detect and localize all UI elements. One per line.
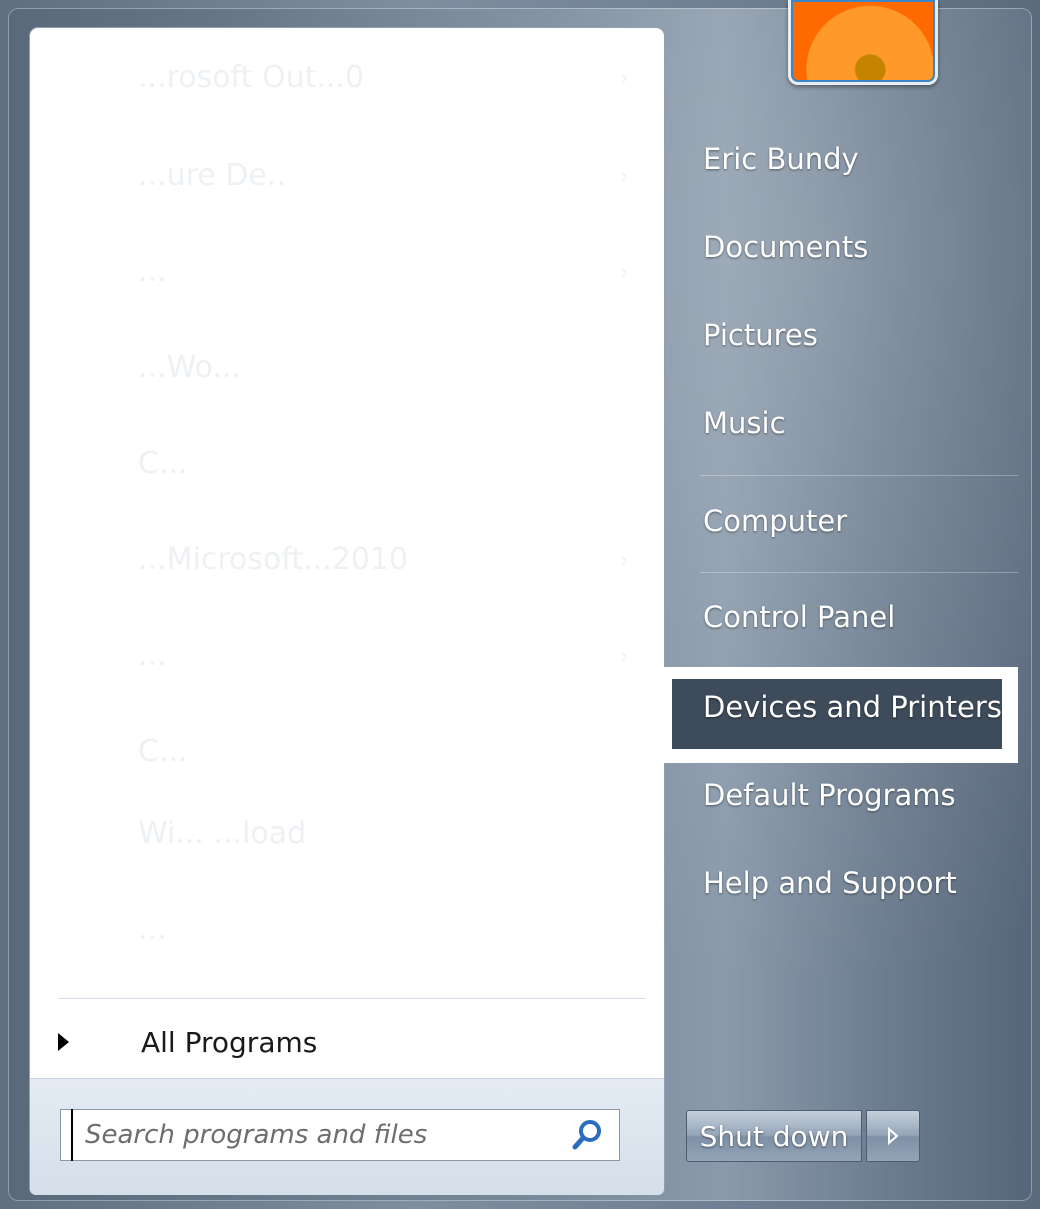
chevron-right-icon: [888, 1126, 899, 1146]
search-input[interactable]: [71, 1109, 571, 1161]
triangle-right-icon: [58, 1033, 69, 1051]
user-avatar[interactable]: [788, 0, 938, 85]
devices-and-printers-link[interactable]: Devices and Printers: [703, 690, 1002, 724]
recent-program-10[interactable]: ...: [138, 912, 167, 947]
recent-program-7[interactable]: ...: [138, 638, 167, 673]
recent-program-9[interactable]: Wi... ...load: [138, 816, 306, 851]
user-name-link[interactable]: Eric Bundy: [703, 142, 859, 176]
documents-link[interactable]: Documents: [703, 230, 868, 264]
submenu-arrow-icon[interactable]: ›: [620, 644, 629, 669]
help-and-support-link[interactable]: Help and Support: [703, 866, 957, 900]
search-area: [30, 1078, 664, 1195]
computer-link[interactable]: Computer: [703, 504, 847, 538]
recent-program-1[interactable]: ...rosoft Out...0: [138, 60, 364, 95]
submenu-arrow-icon[interactable]: ›: [620, 66, 629, 91]
divider: [700, 475, 1018, 476]
recent-program-4[interactable]: ...Wo...: [138, 350, 241, 385]
recent-program-8[interactable]: C...: [138, 734, 188, 769]
all-programs-button[interactable]: All Programs: [50, 1018, 650, 1066]
submenu-arrow-icon[interactable]: ›: [620, 548, 629, 573]
programs-pane: ...rosoft Out...0 › ...ure De.. › ... › …: [30, 28, 664, 1195]
control-panel-link[interactable]: Control Panel: [703, 600, 895, 634]
all-programs-label: All Programs: [141, 1025, 318, 1059]
recent-program-5[interactable]: C...: [138, 446, 188, 481]
divider: [58, 998, 646, 999]
search-box[interactable]: [60, 1109, 620, 1161]
recent-program-2[interactable]: ...ure De..: [138, 158, 286, 193]
recent-program-3[interactable]: ...: [138, 254, 167, 289]
divider: [700, 572, 1018, 573]
recent-program-6[interactable]: ...Microsoft...2010: [138, 542, 408, 577]
music-link[interactable]: Music: [703, 406, 786, 440]
recent-programs-list: ...rosoft Out...0 › ...ure De.. › ... › …: [30, 28, 664, 988]
submenu-arrow-icon[interactable]: ›: [620, 164, 629, 189]
default-programs-link[interactable]: Default Programs: [703, 778, 956, 812]
shut-down-options-button[interactable]: [866, 1110, 920, 1162]
submenu-arrow-icon[interactable]: ›: [620, 260, 629, 285]
pictures-link[interactable]: Pictures: [703, 318, 818, 352]
shut-down-button[interactable]: Shut down: [686, 1110, 862, 1162]
search-icon[interactable]: [571, 1118, 605, 1152]
